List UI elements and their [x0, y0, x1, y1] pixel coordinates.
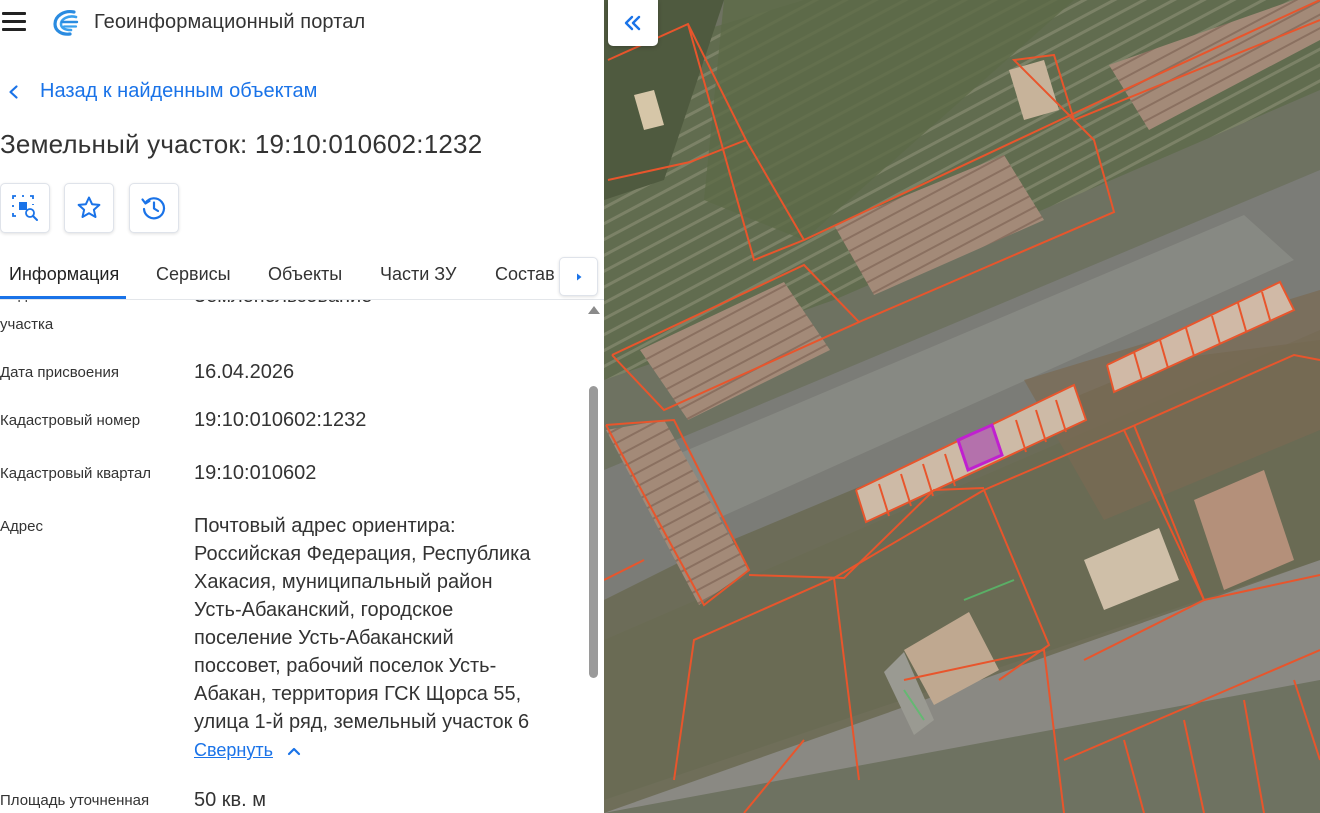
- value-cadastral-quarter: 19:10:010602: [194, 462, 317, 484]
- value-refined-area: 50 кв. м: [194, 789, 267, 811]
- map-view[interactable]: [604, 0, 1320, 813]
- label-cadastral-quarter: Кадастровый квартал: [0, 465, 152, 482]
- tab-objects[interactable]: Объекты: [268, 264, 342, 285]
- value-address-line: Усть-Абаканский, городское: [194, 599, 454, 621]
- value-cadastral-number: 19:10:010602:1232: [194, 409, 367, 431]
- chevron-up-icon: [287, 747, 301, 755]
- value-address-line: Хакасия, муниципальный район: [194, 571, 493, 593]
- history-icon: [141, 197, 166, 220]
- scrollbar-thumb[interactable]: [589, 386, 598, 678]
- map-search-icon: [12, 195, 38, 221]
- portal-logo-icon: [53, 10, 79, 36]
- map-search-button[interactable]: [0, 183, 50, 233]
- label-parcel-type-line1: Вид земельного: [0, 300, 180, 308]
- history-button[interactable]: [129, 183, 179, 233]
- label-address: Адрес: [0, 518, 43, 535]
- label-parcel-type-line2: участка: [0, 316, 54, 333]
- hamburger-icon[interactable]: [2, 12, 26, 32]
- app-title: Геоинформационный портал: [94, 11, 366, 33]
- label-refined-area: Площадь уточненная: [0, 792, 150, 809]
- favorite-button[interactable]: [64, 183, 114, 233]
- tabs-next-button[interactable]: [559, 257, 598, 296]
- value-address-line: Почтовый адрес ориентира:: [194, 515, 456, 537]
- value-address-line: Абакан, территория ГСК Щорса 55,: [194, 683, 522, 705]
- back-link-label: Назад к найденным объектам: [40, 80, 318, 102]
- side-panel: Геоинформационный портал Назад к найденн…: [0, 0, 604, 813]
- active-tab-indicator: [0, 296, 126, 299]
- value-assignment-date: 16.04.2026: [194, 361, 295, 383]
- satellite-map[interactable]: [604, 0, 1320, 813]
- scroll-up-arrow-icon[interactable]: [588, 306, 600, 314]
- tabs-bar: Информация Сервисы Объекты Части ЗУ Сост…: [0, 255, 604, 300]
- info-section: Вид земельного участка Землепользование …: [0, 300, 586, 813]
- value-address-line: поссовет, рабочий поселок Усть-: [194, 655, 497, 677]
- tab-services[interactable]: Сервисы: [156, 264, 231, 285]
- object-title: Земельный участок: 19:10:010602:1232: [0, 129, 483, 159]
- info-scrollbar[interactable]: [586, 300, 602, 813]
- chevron-left-icon: [9, 84, 18, 99]
- label-assignment-date: Дата присвоения: [0, 364, 119, 381]
- value-address-line: улица 1-й ряд, земельный участок 6: [194, 711, 530, 733]
- value-address-line: поселение Усть-Абаканский: [194, 627, 454, 649]
- double-chevron-left-icon: [624, 15, 641, 31]
- caret-right-icon: [576, 273, 581, 280]
- tab-composition[interactable]: Состав: [495, 264, 555, 285]
- label-cadastral-number: Кадастровый номер: [0, 412, 141, 429]
- star-icon: [77, 196, 101, 218]
- collapse-label: Свернуть: [194, 740, 273, 760]
- collapse-panel-button[interactable]: [608, 0, 658, 46]
- collapse-address-link[interactable]: Свернуть: [194, 740, 301, 761]
- value-address-line: Российская Федерация, Республика: [194, 543, 531, 565]
- tab-parcel-parts[interactable]: Части ЗУ: [380, 264, 456, 285]
- back-to-results-link[interactable]: Назад к найденным объектам: [6, 80, 317, 103]
- value-parcel-type: Землепользование: [194, 300, 564, 310]
- top-bar: Геоинформационный портал: [0, 0, 604, 46]
- tab-information[interactable]: Информация: [9, 264, 119, 285]
